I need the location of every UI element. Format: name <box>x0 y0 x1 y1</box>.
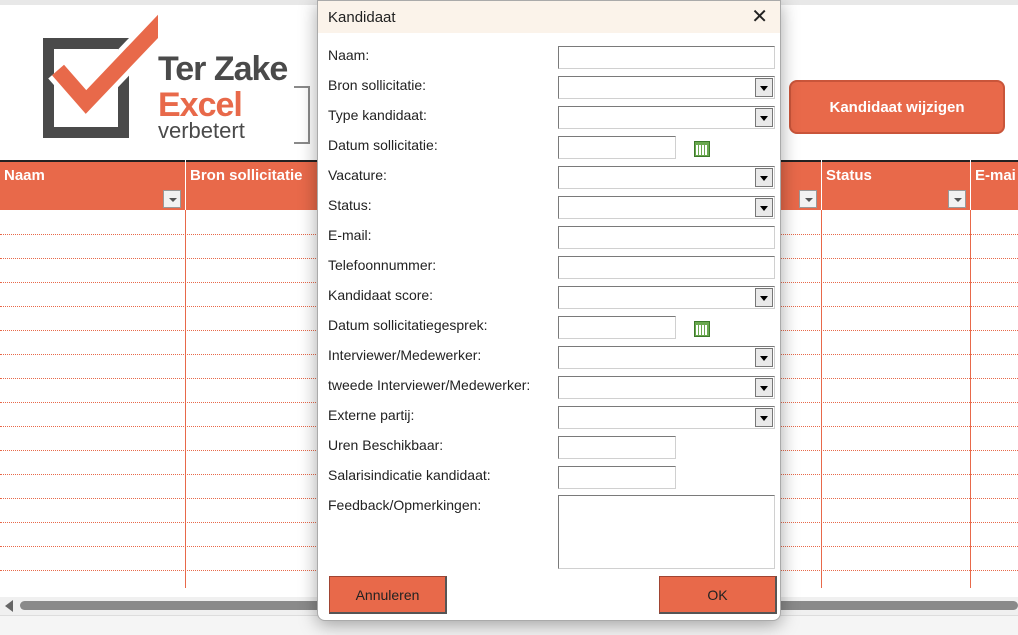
naam-input[interactable] <box>558 46 775 69</box>
label-interviewer: Interviewer/Medewerker: <box>328 347 482 363</box>
label-tweede-interviewer: tweede Interviewer/Medewerker: <box>328 377 531 393</box>
kandidaat-score-combobox[interactable] <box>558 286 775 309</box>
label-bron-sollicitatie: Bron sollicitatie: <box>328 77 427 93</box>
label-salarisindicatie: Salarisindicatie kandidaat: <box>328 467 491 483</box>
label-externe-partij: Externe partij: <box>328 407 415 423</box>
column-header-hidden <box>781 160 821 210</box>
type-kandidaat-combobox[interactable] <box>558 106 775 129</box>
scroll-left-icon[interactable] <box>5 600 13 612</box>
label-telefoonnummer: Telefoonnummer: <box>328 257 437 273</box>
column-header-naam: Naam <box>0 160 185 210</box>
column-divider <box>970 210 971 588</box>
chevron-down-icon[interactable] <box>755 348 773 367</box>
column-header-status: Status <box>822 160 970 210</box>
label-kandidaat-score: Kandidaat score: <box>328 287 434 303</box>
tweede-interviewer-combobox[interactable] <box>558 376 775 399</box>
vacature-combobox[interactable] <box>558 166 775 189</box>
logo-text-ter-zake: Ter Zake <box>158 50 288 88</box>
label-uren-beschikbaar: Uren Beschikbaar: <box>328 437 444 453</box>
datum-gesprek-input[interactable] <box>558 316 676 339</box>
chevron-down-icon[interactable] <box>755 168 773 187</box>
checkmark-logo-icon <box>43 9 176 138</box>
candidate-dialog: Kandidaat ✕ Naam: Bron sollicitatie: Typ… <box>317 0 781 621</box>
edit-candidate-button[interactable]: Kandidaat wijzigen <box>789 80 1005 134</box>
dialog-title: Kandidaat <box>328 9 396 26</box>
column-header-bron: Bron sollicitatie <box>186 160 318 210</box>
column-header-email: E-mai <box>971 160 1018 210</box>
column-divider <box>185 210 186 588</box>
cancel-button[interactable]: Annuleren <box>329 576 447 614</box>
label-datum-sollicitatie: Datum sollicitatie: <box>328 137 438 153</box>
column-header-label: E-mai <box>975 167 1016 184</box>
label-type-kandidaat: Type kandidaat: <box>328 107 427 123</box>
label-status: Status: <box>328 197 372 213</box>
feedback-textarea[interactable] <box>558 495 775 569</box>
chevron-down-icon[interactable] <box>755 78 773 97</box>
externe-partij-combobox[interactable] <box>558 406 775 429</box>
column-header-label: Bron sollicitatie <box>190 167 303 184</box>
company-logo: Ter Zake Excel verbetert <box>38 9 318 145</box>
salarisindicatie-input[interactable] <box>558 466 676 489</box>
filter-dropdown-hidden[interactable] <box>799 190 817 208</box>
uren-beschikbaar-input[interactable] <box>558 436 676 459</box>
label-email: E-mail: <box>328 227 372 243</box>
label-feedback: Feedback/Opmerkingen: <box>328 497 482 513</box>
chevron-down-icon[interactable] <box>755 108 773 127</box>
label-vacature: Vacature: <box>328 167 387 183</box>
calendar-icon[interactable] <box>694 141 710 157</box>
email-input[interactable] <box>558 226 775 249</box>
dialog-title-bar: Kandidaat ✕ <box>318 1 780 33</box>
logo-bracket <box>294 86 310 144</box>
label-naam: Naam: <box>328 47 370 63</box>
logo-text-verbetert: verbetert <box>158 118 245 143</box>
chevron-down-icon[interactable] <box>755 408 773 427</box>
telefoonnummer-input[interactable] <box>558 256 775 279</box>
filter-dropdown-naam[interactable] <box>163 190 181 208</box>
column-header-label: Naam <box>4 167 45 184</box>
chevron-down-icon[interactable] <box>755 288 773 307</box>
close-icon[interactable]: ✕ <box>751 6 768 26</box>
ok-button[interactable]: OK <box>659 576 777 614</box>
calendar-icon[interactable] <box>694 321 710 337</box>
chevron-down-icon[interactable] <box>755 198 773 217</box>
filter-dropdown-status[interactable] <box>948 190 966 208</box>
label-datum-gesprek: Datum sollicitatiegesprek: <box>328 317 488 333</box>
datum-sollicitatie-input[interactable] <box>558 136 676 159</box>
column-divider <box>821 210 822 588</box>
chevron-down-icon[interactable] <box>755 378 773 397</box>
interviewer-combobox[interactable] <box>558 346 775 369</box>
column-header-label: Status <box>826 167 872 184</box>
bron-sollicitatie-combobox[interactable] <box>558 76 775 99</box>
status-combobox[interactable] <box>558 196 775 219</box>
